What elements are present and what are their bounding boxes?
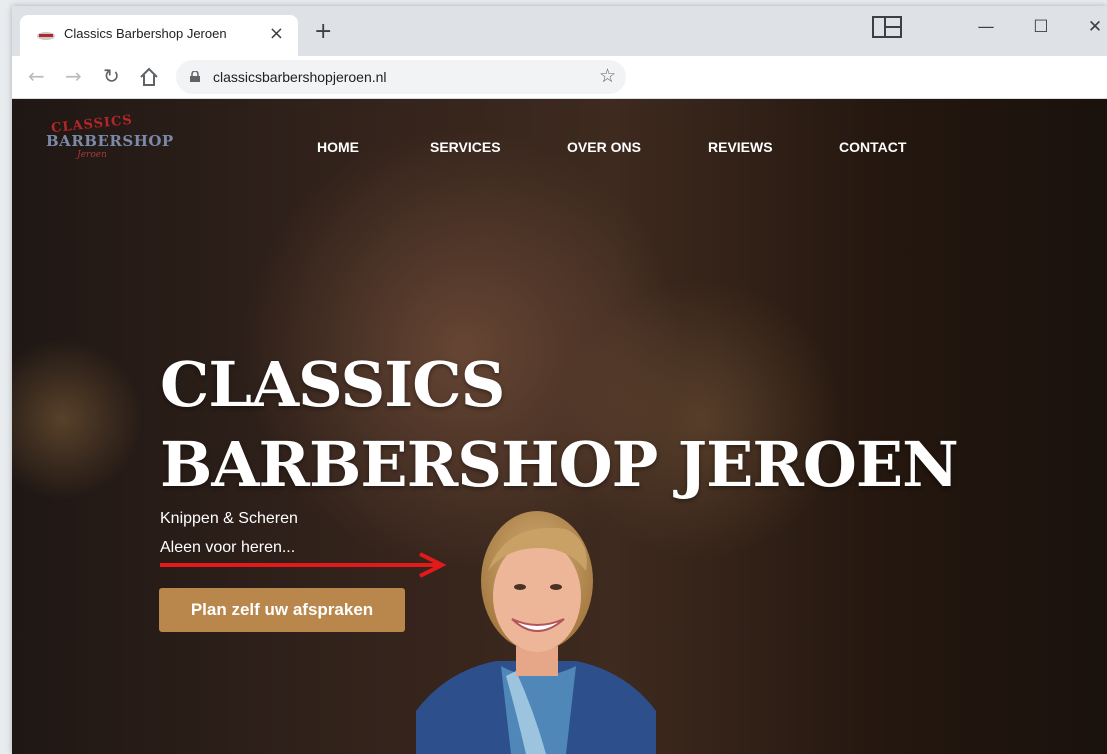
nav-home[interactable]: HOME bbox=[317, 139, 359, 155]
address-bar[interactable]: classicsbarbershopjeroen.nl ☆ bbox=[176, 60, 626, 94]
nav-services[interactable]: SERVICES bbox=[430, 139, 501, 155]
browser-tab[interactable]: Classics Barbershop Jeroen × bbox=[20, 15, 298, 56]
hero-title-line1: CLASSICS bbox=[160, 348, 505, 421]
site-logo[interactable]: CLASSICS BARBERSHOP Jeroen bbox=[46, 113, 173, 160]
nav-contact[interactable]: CONTACT bbox=[839, 139, 906, 155]
red-arrow-icon bbox=[160, 552, 447, 578]
new-tab-button[interactable]: + bbox=[314, 21, 332, 43]
logo-bottom-text: Jeroen bbox=[77, 150, 107, 160]
url-text[interactable]: classicsbarbershopjeroen.nl bbox=[213, 69, 387, 85]
browser-window: Classics Barbershop Jeroen × + — ☐ ✕ ← →… bbox=[12, 6, 1107, 754]
tab-bar: Classics Barbershop Jeroen × + — ☐ ✕ bbox=[12, 6, 1107, 56]
reload-icon[interactable]: ↻ bbox=[103, 65, 120, 87]
hero-subtitle-1: Knippen & Scheren bbox=[160, 510, 298, 527]
website-hero: CLASSICS BARBERSHOP Jeroen HOME SERVICES… bbox=[12, 99, 1107, 754]
minimize-button[interactable]: — bbox=[974, 16, 998, 40]
bookmark-star-icon[interactable]: ☆ bbox=[599, 65, 616, 87]
lock-icon bbox=[190, 71, 200, 82]
forward-arrow-icon[interactable]: → bbox=[65, 65, 82, 87]
barbershop-favicon-icon bbox=[37, 32, 55, 40]
tab-close-icon[interactable]: × bbox=[269, 23, 284, 45]
plan-afspraken-button[interactable]: Plan zelf uw afspraken bbox=[159, 588, 405, 632]
browser-toolbar: ← → ↻ classicsbarbershopjeroen.nl ☆ bbox=[12, 56, 1107, 99]
home-icon[interactable] bbox=[139, 67, 159, 87]
maximize-button[interactable]: ☐ bbox=[1029, 16, 1053, 40]
person-photo bbox=[416, 511, 656, 754]
back-arrow-icon[interactable]: ← bbox=[28, 65, 45, 87]
nav-over-ons[interactable]: OVER ONS bbox=[567, 139, 641, 155]
nav-reviews[interactable]: REVIEWS bbox=[708, 139, 773, 155]
tab-title: Classics Barbershop Jeroen bbox=[64, 26, 227, 41]
tab-layout-icon[interactable] bbox=[872, 16, 902, 38]
close-window-button[interactable]: ✕ bbox=[1083, 16, 1107, 40]
